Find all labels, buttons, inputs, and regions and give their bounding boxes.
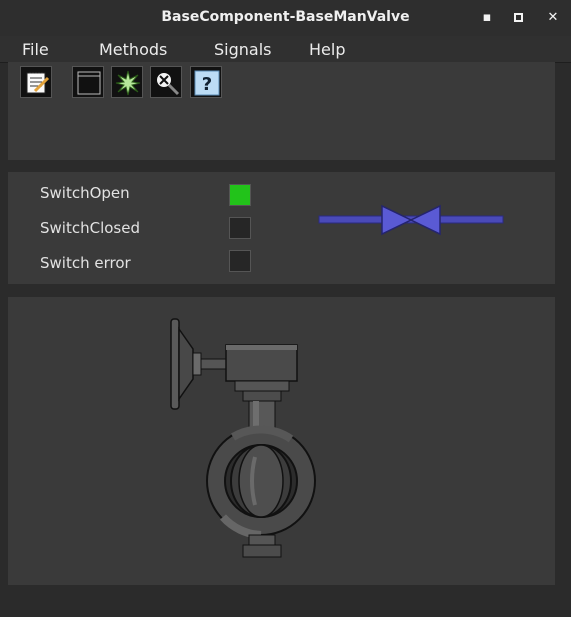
zoom-x-icon: [155, 71, 180, 96]
bright-star-button[interactable]: [111, 66, 143, 98]
signal-label-switch-closed: SwitchClosed: [40, 219, 140, 237]
menu-signals[interactable]: Signals: [214, 40, 271, 59]
title-bar[interactable]: BaseComponent-BaseManValve ▪ ✕: [0, 0, 571, 36]
signal-label-switch-open: SwitchOpen: [40, 184, 130, 202]
switch-open-indicator: [229, 184, 251, 206]
valve-graphic-panel: [8, 297, 555, 585]
valve-symbol-icon: [318, 204, 504, 236]
menu-bar: File Methods Signals Help: [0, 36, 571, 63]
menu-help[interactable]: Help: [309, 40, 345, 59]
window-icon: [77, 71, 101, 95]
switch-closed-indicator: [229, 217, 251, 239]
window-button[interactable]: [72, 66, 104, 98]
notes-button[interactable]: [20, 66, 52, 98]
maximize-icon: [514, 13, 523, 22]
help-icon: ?: [194, 70, 220, 96]
minimize-button[interactable]: ▪: [477, 8, 497, 28]
maximize-button[interactable]: [509, 8, 529, 28]
zoom-x-button[interactable]: [150, 66, 182, 98]
signals-panel: SwitchOpen SwitchClosed Switch error: [8, 172, 555, 284]
menu-file[interactable]: File: [22, 40, 49, 59]
signal-label-switch-error: Switch error: [40, 254, 131, 272]
butterfly-valve-icon: [170, 318, 316, 558]
close-button[interactable]: ✕: [543, 8, 563, 28]
svg-text:?: ?: [202, 74, 212, 95]
toolbar-panel: ?: [8, 62, 555, 160]
help-button[interactable]: ?: [190, 66, 222, 98]
notes-icon: [26, 72, 50, 94]
switch-error-indicator: [229, 250, 251, 272]
bright-star-icon: [115, 70, 141, 96]
menu-methods[interactable]: Methods: [99, 40, 167, 59]
